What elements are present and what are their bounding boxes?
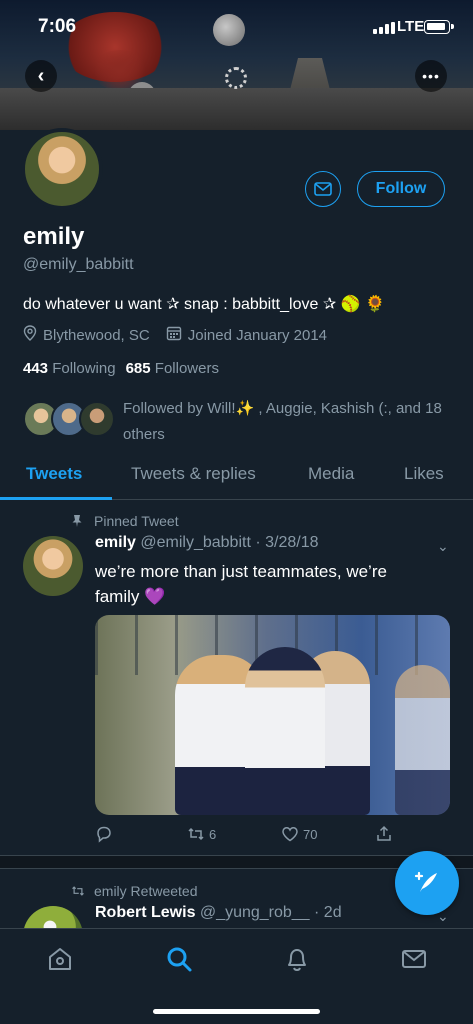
banner-ground [0, 88, 473, 130]
tweet-date: · 3/28/18 [255, 534, 319, 551]
followers-label: Followers [154, 360, 219, 377]
following-count: 443 [23, 360, 49, 377]
nav-messages[interactable] [400, 945, 428, 973]
tweet-photo[interactable] [95, 615, 450, 815]
retweeted-label: emily Retweeted [70, 883, 198, 899]
pinned-label-text: Pinned Tweet [94, 513, 179, 529]
following-label: Following [52, 360, 116, 377]
following-link[interactable]: 443 Following [23, 360, 116, 377]
pin-icon [72, 515, 82, 527]
follower-avatar [79, 401, 115, 437]
tweet-author-avatar[interactable] [23, 906, 83, 928]
profile-display-name: emily [23, 223, 85, 250]
tab-likes[interactable]: Likes [404, 464, 444, 484]
network-type: LTE [397, 18, 425, 35]
tweet-author-handle: @_yung_rob__ [199, 904, 310, 921]
retweeted-label-text: emily Retweeted [94, 883, 198, 899]
message-button[interactable] [305, 171, 341, 207]
chevron-down-icon[interactable]: ⌄ [437, 538, 449, 555]
profile-tabs: Tweets Tweets & replies Media Likes [0, 456, 473, 500]
nav-home[interactable] [46, 945, 74, 973]
calendar-icon [166, 325, 182, 345]
share-icon [377, 825, 391, 841]
share-button[interactable] [375, 825, 397, 843]
profile-location: Blythewood, SC [43, 326, 150, 344]
followed-by-row[interactable]: Followed by Will!✨ , Auggie, Kashish (:,… [23, 396, 453, 446]
tweet-author-name: emily [95, 534, 136, 551]
search-icon [167, 947, 192, 972]
like-icon [282, 827, 298, 842]
tab-tweets[interactable]: Tweets [26, 464, 82, 484]
tweet-date: · 2d [314, 904, 342, 921]
status-bar: 7:06 LTE [0, 0, 473, 50]
profile-handle: @emily_babbitt [23, 256, 134, 273]
signal-icon [373, 22, 395, 34]
notifications-icon [288, 949, 306, 972]
compose-icon [414, 871, 437, 892]
more-button[interactable]: ••• [415, 60, 447, 92]
profile-avatar[interactable] [21, 128, 103, 210]
nav-notifications[interactable] [283, 945, 311, 973]
follow-button[interactable]: Follow [357, 171, 445, 207]
retweet-icon [188, 827, 204, 841]
home-indicator [153, 1009, 320, 1014]
tweet-pinned[interactable]: Pinned Tweet emily @emily_babbitt · 3/28… [0, 500, 473, 855]
compose-tweet-button[interactable] [395, 851, 459, 915]
like-count: 70 [303, 826, 318, 842]
retweet-count: 6 [209, 826, 217, 842]
followed-by-avatars [23, 401, 115, 437]
followed-by-text: Followed by Will!✨ , Auggie, Kashish (:,… [123, 400, 442, 443]
profile-bio: do whatever u want ✰ snap : babbitt_love… [23, 296, 385, 313]
more-icon: ••• [422, 68, 440, 84]
tweet-actions: 6 70 [95, 825, 400, 847]
follow-counts: 443 Following 685 Followers [23, 360, 219, 377]
tweet-header: emily @emily_babbitt · 3/28/18 [95, 534, 319, 552]
envelope-icon [314, 182, 332, 196]
profile-joined-date: Joined January 2014 [187, 326, 328, 344]
tweet-author-name: Robert Lewis [95, 904, 196, 921]
tweet-author-avatar[interactable] [23, 536, 83, 596]
tweet-header: Robert Lewis @_yung_rob__ · 2d [95, 904, 342, 922]
location-pin-icon [23, 325, 37, 345]
messages-icon [402, 950, 426, 968]
tweet-author-handle: @emily_babbitt [140, 534, 251, 551]
back-button[interactable]: ‹ [25, 60, 57, 92]
home-icon [49, 948, 71, 970]
tweet-text: we’re more than just teammates, we’re fa… [95, 562, 387, 606]
profile-meta: Blythewood, SC Joined January 2014 [23, 325, 327, 345]
retweet-icon [72, 886, 84, 896]
followers-count: 685 [125, 360, 151, 377]
back-arrow-icon: ‹ [37, 64, 45, 87]
nav-search[interactable] [165, 945, 193, 973]
pinned-tweet-label: Pinned Tweet [70, 513, 179, 529]
reply-icon [97, 826, 111, 843]
loading-spinner-icon [225, 67, 247, 89]
like-button[interactable]: 70 [281, 825, 317, 843]
status-time: 7:06 [38, 16, 77, 37]
battery-icon [424, 20, 454, 34]
reply-button[interactable] [95, 825, 117, 843]
tab-tweets-and-replies[interactable]: Tweets & replies [131, 464, 256, 484]
followers-link[interactable]: 685 Followers [126, 360, 219, 377]
tab-media[interactable]: Media [308, 464, 354, 484]
retweet-button[interactable]: 6 [187, 825, 216, 843]
